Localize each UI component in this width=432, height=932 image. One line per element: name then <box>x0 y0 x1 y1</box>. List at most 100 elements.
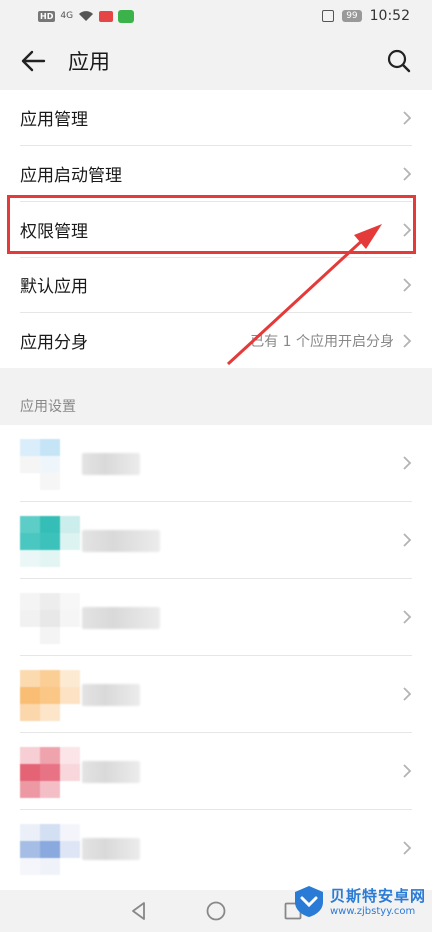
search-icon[interactable] <box>386 48 412 74</box>
watermark: 贝斯特安卓网 www.zjbstyy.com <box>292 884 426 918</box>
icon-pixel <box>40 550 60 567</box>
hd-badge: HD <box>38 10 56 22</box>
icon-pixel <box>40 781 60 798</box>
icon-pixel <box>40 670 60 687</box>
app-icon <box>20 670 80 721</box>
icon-pixel <box>20 687 40 704</box>
icon-pixel <box>40 824 60 841</box>
battery-icon: 99 <box>342 10 362 22</box>
status-left: HD 4G <box>38 9 135 23</box>
notification-app-icon-2 <box>118 9 135 23</box>
menu-item-startup-management[interactable]: 应用启动管理 <box>0 146 432 201</box>
icon-pixel <box>60 704 80 721</box>
chevron-right-icon <box>403 610 412 624</box>
app-list <box>0 425 432 890</box>
icon-pixel <box>60 764 80 781</box>
icon-pixel <box>20 627 40 644</box>
icon-pixel <box>60 473 80 490</box>
chevron-right-icon <box>403 841 412 855</box>
icon-pixel <box>20 858 40 875</box>
chevron-right-icon <box>403 533 412 547</box>
watermark-logo-icon <box>294 886 323 917</box>
app-twin-status: 已有 1 个应用开启分身 <box>250 333 394 350</box>
icon-pixel <box>40 593 60 610</box>
header: 应用 <box>0 32 432 90</box>
chevron-right-icon <box>403 277 412 292</box>
app-icon <box>20 439 80 490</box>
nav-home-icon[interactable] <box>205 900 227 922</box>
icon-pixel <box>40 439 60 456</box>
menu-item-default-apps[interactable]: 默认应用 <box>0 257 432 312</box>
icon-pixel <box>40 704 60 721</box>
icon-pixel <box>60 687 80 704</box>
highlight-box <box>7 195 416 254</box>
icon-pixel <box>20 781 40 798</box>
icon-pixel <box>60 610 80 627</box>
vibrate-icon <box>322 10 335 22</box>
icon-pixel <box>40 473 60 490</box>
icon-pixel <box>20 550 40 567</box>
status-bar: HD 4G 99 10:52 <box>0 0 432 32</box>
app-name-blurred <box>82 453 140 475</box>
app-row[interactable] <box>0 425 432 502</box>
icon-pixel <box>20 456 40 473</box>
back-arrow-icon[interactable] <box>20 49 46 73</box>
chevron-right-icon <box>403 333 412 348</box>
icon-pixel <box>20 610 40 627</box>
menu-item-label: 应用管理 <box>20 110 88 130</box>
icon-pixel <box>20 593 40 610</box>
app-name-blurred <box>82 838 140 860</box>
app-row[interactable] <box>0 502 432 579</box>
watermark-text: 贝斯特安卓网 www.zjbstyy.com <box>330 885 426 917</box>
icon-pixel <box>60 533 80 550</box>
signal-icon: 4G <box>60 11 74 21</box>
nav-back-icon[interactable] <box>128 900 150 922</box>
icon-pixel <box>40 764 60 781</box>
app-row[interactable] <box>0 656 432 733</box>
watermark-url: www.zjbstyy.com <box>329 906 416 917</box>
icon-pixel <box>60 781 80 798</box>
icon-pixel <box>40 516 60 533</box>
app-icon <box>20 593 80 644</box>
icon-pixel <box>60 747 80 764</box>
icon-pixel <box>20 516 40 533</box>
chevron-right-icon <box>403 110 412 125</box>
icon-pixel <box>60 858 80 875</box>
menu-item-label: 默认应用 <box>20 277 88 297</box>
app-row[interactable] <box>0 810 432 887</box>
app-name-blurred <box>82 761 140 783</box>
chevron-right-icon <box>403 456 412 470</box>
icon-pixel <box>20 841 40 858</box>
icon-pixel <box>40 858 60 875</box>
icon-pixel <box>20 824 40 841</box>
icon-pixel <box>60 824 80 841</box>
icon-pixel <box>60 439 80 456</box>
icon-pixel <box>20 533 40 550</box>
icon-pixel <box>20 439 40 456</box>
icon-pixel <box>40 456 60 473</box>
icon-pixel <box>40 747 60 764</box>
section-title: 应用设置 <box>20 399 76 415</box>
app-icon <box>20 747 80 798</box>
menu-item-label: 应用分身 <box>20 333 88 353</box>
page-title: 应用 <box>68 50 110 74</box>
icon-pixel <box>60 593 80 610</box>
menu-item-app-management[interactable]: 应用管理 <box>0 90 432 145</box>
watermark-name: 贝斯特安卓网 <box>329 887 426 905</box>
app-name-blurred <box>82 607 160 629</box>
menu-item-app-twin[interactable]: 应用分身 已有 1 个应用开启分身 <box>0 313 432 368</box>
app-row[interactable] <box>0 579 432 656</box>
icon-pixel <box>20 747 40 764</box>
chevron-right-icon <box>403 166 412 181</box>
app-name-blurred <box>82 684 140 706</box>
icon-pixel <box>20 670 40 687</box>
icon-pixel <box>40 687 60 704</box>
icon-pixel <box>20 473 40 490</box>
app-icon <box>20 516 80 567</box>
icon-pixel <box>40 610 60 627</box>
icon-pixel <box>60 516 80 533</box>
app-row[interactable] <box>0 733 432 810</box>
menu-item-label: 应用启动管理 <box>20 166 122 186</box>
chevron-right-icon <box>403 687 412 701</box>
chevron-right-icon <box>403 764 412 778</box>
